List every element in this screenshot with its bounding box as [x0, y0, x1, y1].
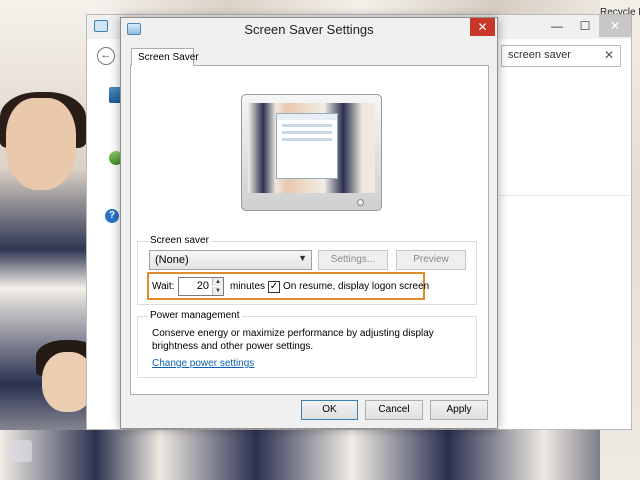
wait-minutes-value[interactable]: 20: [181, 280, 209, 292]
wait-label: Wait:: [152, 281, 175, 292]
apply-button[interactable]: Apply: [430, 400, 488, 420]
maximize-button[interactable]: ☐: [571, 15, 599, 37]
preview-window-row: [282, 138, 332, 141]
wallpaper-photo-bottom: [0, 430, 640, 480]
cancel-button[interactable]: Cancel: [365, 400, 423, 420]
chevron-down-icon: ▼: [298, 253, 307, 263]
tab-label: Screen Saver: [138, 52, 199, 63]
wait-minutes-stepper[interactable]: 20 ▲ ▼: [178, 277, 224, 296]
search-input-value: screen saver: [508, 49, 571, 61]
power-management-description: Conserve energy or maximize performance …: [152, 328, 434, 352]
preview-window-thumbnail: [276, 113, 338, 179]
spin-down-icon[interactable]: ▼: [212, 287, 223, 295]
search-input[interactable]: screen saver ✕: [501, 45, 621, 67]
screen-saver-dropdown[interactable]: (None) ▼: [149, 250, 312, 270]
logon-screen-label[interactable]: On resume, display logon screen: [283, 281, 429, 292]
desktop-shortcut-icon[interactable]: [10, 440, 32, 462]
divider: [499, 195, 629, 196]
spin-up-icon[interactable]: ▲: [212, 278, 223, 286]
dialog-close-button[interactable]: ✕: [470, 18, 495, 36]
power-management-group-label: Power management: [148, 310, 242, 321]
settings-button[interactable]: Settings...: [318, 250, 388, 270]
wallpaper-figure-face: [6, 98, 76, 190]
preview-window-row: [282, 131, 332, 134]
minutes-label: minutes: [230, 281, 266, 292]
dialog-title: Screen Saver Settings: [244, 22, 374, 37]
preview-window-row: [282, 124, 332, 127]
logon-screen-checkbox[interactable]: ✓: [268, 281, 280, 293]
clear-search-icon[interactable]: ✕: [604, 48, 614, 62]
back-arrow-icon[interactable]: ←: [97, 47, 115, 65]
monitor-preview: [241, 94, 382, 211]
monitor-power-icon: [357, 199, 364, 206]
control-panel-app-icon: [94, 20, 108, 32]
minimize-button[interactable]: —: [543, 15, 571, 37]
dialog-titlebar: Screen Saver Settings ✕: [121, 18, 497, 42]
screen-saver-group-label: Screen saver: [148, 235, 211, 246]
tab-screen-saver[interactable]: Screen Saver: [131, 48, 199, 66]
close-button[interactable]: ✕: [599, 15, 631, 37]
preview-window-bar: [277, 114, 337, 120]
ok-button[interactable]: OK: [301, 400, 358, 420]
change-power-settings-link[interactable]: Change power settings: [152, 358, 254, 369]
preview-screen: [248, 103, 375, 193]
help-icon[interactable]: ?: [105, 209, 119, 223]
dropdown-selected-value: (None): [155, 254, 189, 266]
preview-button[interactable]: Preview: [396, 250, 466, 270]
